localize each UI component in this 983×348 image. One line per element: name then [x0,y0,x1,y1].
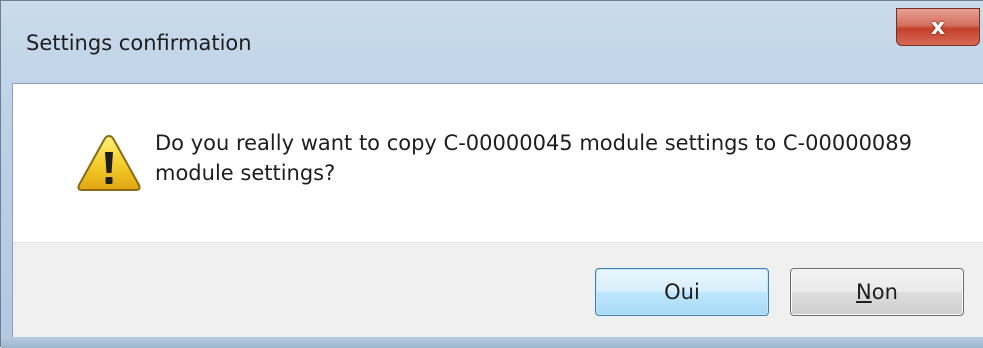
confirmation-message: Do you really want to copy C-00000045 mo… [155,131,913,185]
dialog-content: Do you really want to copy C-00000045 mo… [12,83,983,339]
no-button-label-rest: on [871,280,898,304]
no-button[interactable]: Non [790,268,964,316]
close-button[interactable]: x [896,8,980,46]
no-button-accelerator: N [856,280,872,304]
warning-icon [77,134,141,191]
yes-button-label: Oui [664,280,700,304]
yes-button[interactable]: Oui [595,268,769,316]
close-icon: x [930,14,946,40]
window-title: Settings confirmation [26,31,252,55]
no-button-label: Non [856,280,898,304]
message-area: Do you really want to copy C-00000045 mo… [13,84,983,242]
dialog-window: Settings confirmation x Do you really wa… [0,0,983,348]
window-bottom-border [1,337,983,348]
title-bar[interactable]: Settings confirmation x [1,1,983,81]
button-bar: Oui Non [13,242,983,339]
